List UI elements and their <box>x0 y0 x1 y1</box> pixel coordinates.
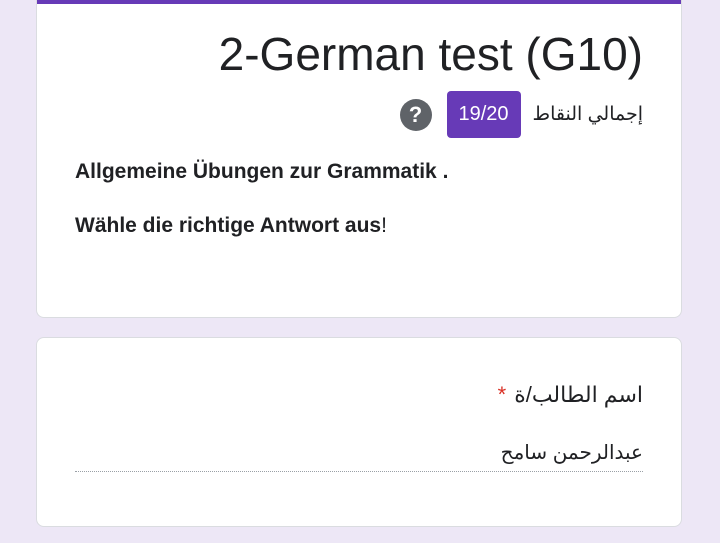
question-card: اسم الطالب/ة * عبدالرحمن سامح <box>36 337 682 527</box>
description-text: Wähle die richtige Antwort aus <box>75 214 382 237</box>
form-description-line-2: Wähle die richtige Antwort aus! <box>75 214 387 238</box>
score-badge: 19/20 <box>446 91 521 138</box>
help-icon[interactable]: ? <box>399 98 432 131</box>
form-title: 2-German test (G10) <box>218 28 643 80</box>
required-marker: * <box>497 382 507 407</box>
question-title: اسم الطالب/ة * <box>498 382 643 408</box>
accent-bar <box>37 0 681 4</box>
form-header-card: 2-German test (G10) إجمالي النقاط 19/20 … <box>36 0 682 318</box>
score-row: إجمالي النقاط 19/20 ? <box>399 91 643 138</box>
question-title-text: اسم الطالب/ة <box>514 382 643 407</box>
answer-text: عبدالرحمن سامح <box>500 442 643 464</box>
answer-field[interactable]: عبدالرحمن سامح <box>75 438 643 472</box>
total-points-label: إجمالي النقاط <box>532 104 643 125</box>
description-punctuation: ! <box>381 214 387 237</box>
form-description-line-1: Allgemeine Übungen zur Grammatik . <box>75 160 449 183</box>
